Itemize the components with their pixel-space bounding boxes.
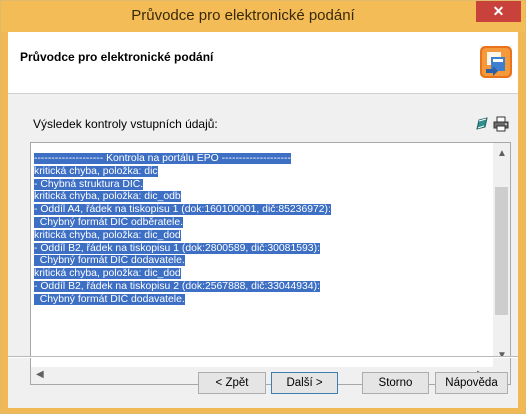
window-title: Průvodce pro elektronické podání bbox=[131, 7, 355, 24]
result-line: - Chybná struktura DIČ. bbox=[34, 178, 480, 192]
scroll-left-icon[interactable]: ◀ bbox=[36, 370, 44, 380]
result-line-text: Chybný formát DIČ dodavatele. bbox=[34, 293, 185, 305]
result-line-text: Chybný formát DIČ dodavatele. bbox=[34, 255, 185, 267]
result-line-text: kritická chyba, položka: dic_odb bbox=[34, 191, 181, 203]
result-line: kritická chyba, položka: dic_dod bbox=[34, 229, 480, 243]
wizard-header: Průvodce pro elektronické podání bbox=[8, 32, 518, 94]
next-button[interactable]: Další > bbox=[271, 372, 338, 394]
scroll-up-icon[interactable]: ▲ bbox=[497, 149, 507, 159]
vertical-scrollbar[interactable]: ▲ ▼ bbox=[493, 143, 510, 368]
cancel-button[interactable]: Storno bbox=[362, 372, 429, 394]
footer-divider bbox=[8, 356, 518, 358]
result-line: kritická chyba, položka: dic_dod bbox=[34, 268, 480, 281]
page-title: Průvodce pro elektronické podání bbox=[20, 50, 214, 64]
result-line: kritická chyba, položka: dic_odb bbox=[34, 191, 480, 204]
edit-icon[interactable] bbox=[475, 116, 491, 132]
results-label: Výsledek kontroly vstupních údajů: bbox=[33, 117, 218, 131]
close-button[interactable]: ✕ bbox=[476, 1, 521, 22]
title-bar[interactable]: Průvodce pro elektronické podání ✕ bbox=[1, 1, 525, 32]
toolbar bbox=[475, 116, 511, 132]
wizard-window: Průvodce pro elektronické podání ✕ Průvo… bbox=[0, 0, 526, 414]
back-button[interactable]: < Zpět bbox=[198, 372, 266, 394]
result-line-text: - Oddíl A4, řádek na tiskopisu 1 (dok:16… bbox=[34, 204, 331, 216]
result-line: Chybný formát DIČ odběratele. bbox=[34, 216, 480, 230]
result-line: Chybný formát DIČ dodavatele. bbox=[34, 255, 480, 268]
result-line-text: - Oddíl B2, řádek na tiskopisu 1 (dok:28… bbox=[34, 242, 320, 254]
print-icon[interactable] bbox=[493, 116, 509, 132]
results-textbox[interactable]: -------------------- Kontrola na portálu… bbox=[30, 142, 511, 385]
result-line: kritická chyba, položka: dic bbox=[34, 165, 480, 179]
result-line: -------------------- Kontrola na portálu… bbox=[34, 153, 480, 166]
wizard-icon bbox=[480, 46, 512, 78]
result-line-text: kritická chyba, položka: dic bbox=[34, 165, 158, 177]
result-line-text: - Oddíl B2, řádek na tiskopisu 2 (dok:25… bbox=[34, 280, 320, 292]
result-line-text: -------------------- Kontrola na portálu… bbox=[34, 153, 291, 164]
result-line-text: - Chybná struktura DIČ. bbox=[34, 178, 144, 190]
result-line-text: Chybný formát DIČ odběratele. bbox=[34, 216, 184, 228]
result-line: Chybný formát DIČ dodavatele. bbox=[34, 293, 480, 307]
result-line: - Oddíl A4, řádek na tiskopisu 1 (dok:16… bbox=[34, 204, 480, 217]
wizard-client-area: Průvodce pro elektronické podání Výslede… bbox=[8, 32, 518, 408]
result-line: - Oddíl B2, řádek na tiskopisu 2 (dok:25… bbox=[34, 280, 480, 294]
results-text: -------------------- Kontrola na portálu… bbox=[34, 153, 480, 307]
vertical-scroll-thumb[interactable] bbox=[495, 187, 508, 315]
result-line-text: kritická chyba, položka: dic_dod bbox=[34, 229, 181, 241]
help-button[interactable]: Nápověda bbox=[435, 372, 508, 394]
result-line: - Oddíl B2, řádek na tiskopisu 1 (dok:28… bbox=[34, 242, 480, 256]
result-line-text: kritická chyba, položka: dic_dod bbox=[34, 268, 181, 280]
